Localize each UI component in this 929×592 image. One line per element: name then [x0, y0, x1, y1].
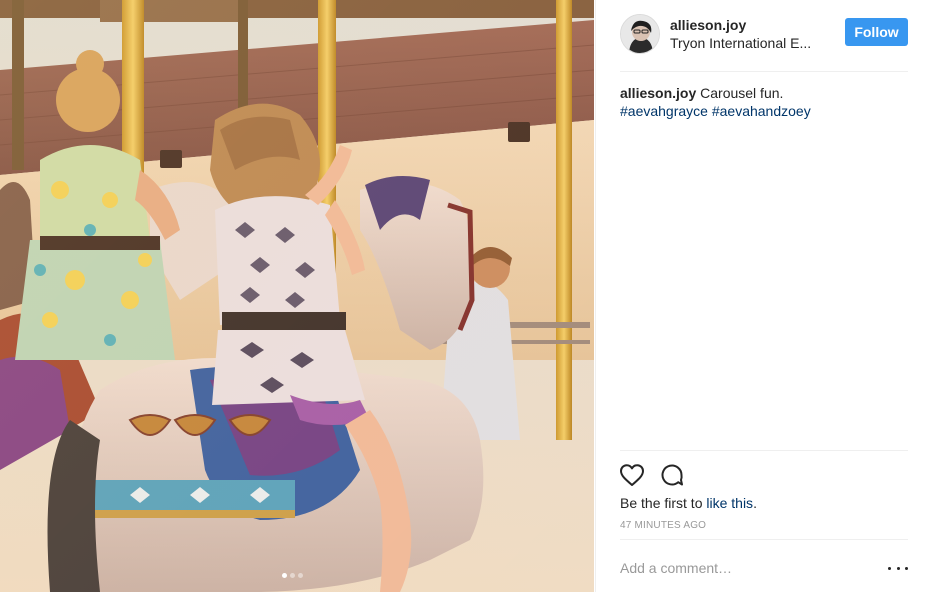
post-caption: allieson.joy Carousel fun. #aevahgrayce …: [620, 84, 908, 120]
comment-icon: [661, 464, 683, 486]
username-link[interactable]: allieson.joy: [670, 16, 840, 34]
hashtag-link[interactable]: #aevahandzoey: [712, 103, 811, 119]
post-sidebar: allieson.joy Tryon International E... Fo…: [595, 0, 929, 592]
follow-button[interactable]: Follow: [845, 18, 908, 46]
post-photo: [0, 0, 594, 592]
comment-section: [620, 539, 908, 592]
caption-username[interactable]: allieson.joy: [620, 85, 696, 101]
more-options-icon: [888, 566, 891, 570]
more-options-button[interactable]: [888, 560, 908, 576]
carousel-indicator: [282, 572, 303, 578]
comment-input[interactable]: [620, 554, 870, 582]
user-info: allieson.joy Tryon International E...: [670, 16, 840, 52]
comment-button[interactable]: [658, 461, 686, 489]
post-timestamp[interactable]: 47 minutes ago: [620, 520, 706, 532]
likes-suffix: .: [753, 495, 757, 511]
heart-icon: [620, 464, 644, 486]
carousel-dot: [290, 572, 295, 578]
carousel-dot-active: [282, 572, 287, 578]
hashtag-link[interactable]: #aevahgrayce: [620, 103, 708, 119]
action-bar: [620, 450, 908, 490]
like-button[interactable]: [618, 461, 646, 489]
caption-text: Carousel fun.: [700, 85, 784, 101]
more-options-icon: [905, 566, 908, 570]
like-this-link[interactable]: like this: [706, 495, 753, 511]
post-media[interactable]: [0, 0, 594, 592]
post-header: allieson.joy Tryon International E... Fo…: [620, 11, 908, 72]
avatar-image: [621, 15, 659, 53]
location-link[interactable]: Tryon International E...: [670, 34, 825, 52]
likes-prefix: Be the first to: [620, 495, 703, 511]
more-options-icon: [896, 566, 900, 570]
carousel-dot: [298, 572, 303, 578]
likes-summary: Be the first to like this.: [620, 494, 757, 512]
avatar[interactable]: [620, 14, 660, 54]
